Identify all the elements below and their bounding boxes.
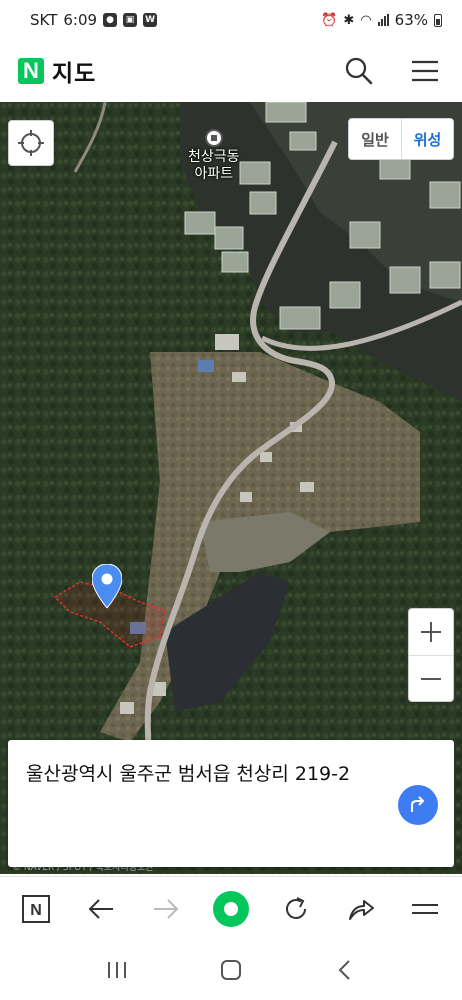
address-text: 울산광역시 울주군 범서읍 천상리 219-2 bbox=[26, 763, 351, 785]
building-icon bbox=[204, 129, 223, 147]
zoom-controls bbox=[408, 608, 454, 702]
back-arrow-icon[interactable] bbox=[79, 887, 123, 931]
landmark-label: 천상극동 아파트 bbox=[188, 149, 240, 182]
map-type-toggle: 일반 위성 bbox=[348, 118, 454, 160]
menu-icon[interactable] bbox=[408, 54, 442, 88]
browser-toolbar: N bbox=[0, 876, 462, 940]
green-home-icon[interactable] bbox=[209, 887, 253, 931]
app-title: 지도 bbox=[52, 61, 97, 87]
zoom-in-button[interactable] bbox=[409, 609, 453, 655]
notification-icon: W bbox=[143, 13, 158, 27]
app-header: N 지도 bbox=[0, 40, 462, 102]
recent-apps-icon[interactable] bbox=[97, 950, 137, 990]
alarm-icon: ⏰ bbox=[321, 12, 338, 28]
system-nav-bar bbox=[0, 940, 462, 1000]
map-type-normal[interactable]: 일반 bbox=[349, 119, 401, 159]
menu-icon[interactable] bbox=[403, 887, 447, 931]
refresh-icon[interactable] bbox=[274, 887, 318, 931]
battery-percent: 63% bbox=[394, 11, 428, 29]
minus-icon bbox=[421, 677, 441, 680]
directions-arrow-icon bbox=[411, 796, 425, 812]
map-type-satellite[interactable]: 위성 bbox=[401, 119, 453, 159]
status-right: ⏰ ✱ ◠ 63% bbox=[321, 11, 442, 29]
home-icon[interactable] bbox=[211, 950, 251, 990]
wifi-icon: ◠ bbox=[360, 12, 372, 28]
bluetooth-icon: ✱ bbox=[343, 12, 355, 28]
clock: 6:09 bbox=[63, 11, 98, 29]
status-left: SKT 6:09 ● ▣ W bbox=[30, 11, 158, 29]
notification-icon: ● bbox=[103, 13, 118, 27]
search-icon[interactable] bbox=[342, 54, 376, 88]
battery-icon bbox=[434, 13, 442, 27]
forward-arrow-icon[interactable] bbox=[144, 887, 188, 931]
naver-n-icon[interactable]: N bbox=[14, 887, 58, 931]
current-location-button[interactable] bbox=[8, 120, 54, 166]
share-icon[interactable] bbox=[339, 887, 383, 931]
signal-icon bbox=[377, 14, 389, 26]
location-pin[interactable] bbox=[91, 563, 123, 612]
crosshair-icon bbox=[18, 130, 44, 156]
landmark-apartment[interactable]: 천상극동 아파트 bbox=[188, 129, 240, 183]
svg-text:N: N bbox=[31, 902, 43, 919]
zoom-out-button[interactable] bbox=[409, 655, 453, 701]
plus-icon bbox=[421, 622, 441, 642]
status-bar: SKT 6:09 ● ▣ W ⏰ ✱ ◠ 63% bbox=[0, 0, 462, 40]
carrier-label: SKT bbox=[30, 11, 58, 29]
notification-icon: ▣ bbox=[123, 13, 138, 27]
naver-logo[interactable]: N bbox=[18, 58, 44, 84]
address-card[interactable]: 울산광역시 울주군 범서읍 천상리 219-2 bbox=[8, 740, 454, 867]
directions-button[interactable] bbox=[398, 785, 438, 825]
map-pin-icon bbox=[91, 563, 123, 609]
back-icon[interactable] bbox=[325, 950, 365, 990]
